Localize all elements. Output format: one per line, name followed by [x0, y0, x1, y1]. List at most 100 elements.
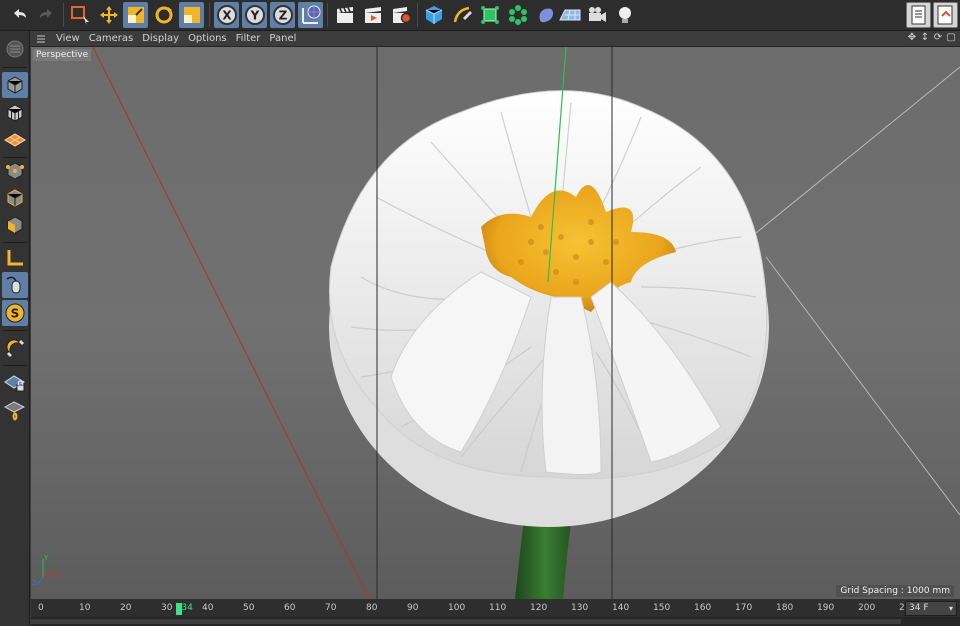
x-axis-icon: X — [216, 5, 237, 25]
layout-document-button[interactable] — [906, 2, 931, 28]
subdivision-button[interactable] — [477, 2, 502, 28]
camera-label[interactable]: Perspective — [33, 49, 92, 61]
axis-mode-button[interactable] — [2, 245, 28, 271]
pen-button[interactable] — [449, 2, 474, 28]
timeline-tick: 20 — [120, 603, 132, 613]
svg-text:S: S — [11, 307, 20, 321]
floor-icon — [558, 9, 580, 21]
z-axis-button[interactable]: Z — [270, 2, 295, 28]
workplane-lock-icon — [4, 375, 25, 392]
solo-s-icon: S — [5, 303, 25, 323]
cube-button[interactable] — [421, 2, 446, 28]
main-toolbar: X Y Z — [0, 0, 960, 31]
recent-tool-button[interactable] — [179, 2, 204, 28]
solo-mode-button[interactable]: S — [2, 300, 28, 326]
perspective-viewport[interactable]: Y X Z Perspective Grid Spacing : 1000 mm — [31, 47, 960, 599]
redo-button[interactable] — [34, 2, 59, 28]
workplane-mode-button[interactable] — [2, 127, 28, 153]
texture-mode-button[interactable] — [2, 100, 28, 126]
timeline-scroll-thumb[interactable] — [31, 619, 901, 624]
menu-cameras[interactable]: Cameras — [89, 31, 133, 47]
clapper-gear-icon — [392, 7, 411, 24]
array-button[interactable] — [505, 2, 530, 28]
make-editable-icon — [6, 40, 24, 58]
tweak-mode-button[interactable] — [2, 272, 28, 298]
camera-button[interactable] — [584, 2, 609, 28]
world-coordinates-icon — [301, 5, 320, 24]
timeline-tick: 90 — [407, 603, 419, 613]
light-bulb-icon — [618, 7, 631, 23]
undo-button[interactable] — [6, 2, 31, 28]
timeline-tick: 150 — [653, 603, 671, 613]
script-icon — [937, 5, 952, 25]
svg-text:X: X — [222, 9, 232, 23]
timeline-ruler[interactable]: 0 10 20 30 40 50 60 70 80 90 100 110 120 130 140 150 160… — [31, 601, 916, 615]
maximize-view-icon[interactable]: ▢ — [946, 32, 956, 44]
texture-checker-icon — [7, 104, 23, 122]
model-mode-button[interactable] — [2, 72, 28, 98]
array-icon — [508, 5, 527, 25]
svg-text:Z: Z — [32, 579, 37, 587]
timeline-tick: 120 — [530, 603, 548, 613]
render-settings-button[interactable] — [388, 2, 413, 28]
make-editable-button[interactable] — [2, 36, 28, 62]
timeline-tick: 0 — [38, 603, 44, 613]
y-axis-icon: Y — [244, 5, 265, 25]
dolly-view-icon[interactable]: ↕ — [920, 32, 930, 44]
live-selection-button[interactable] — [68, 2, 93, 28]
svg-text:Y: Y — [43, 554, 49, 562]
axis-mode-icon — [7, 250, 23, 266]
chevron-down-icon[interactable]: ▾ — [949, 602, 953, 615]
recent-tool-icon — [183, 7, 200, 23]
workplane-lock-button[interactable] — [2, 370, 28, 396]
timeline-tick: 80 — [366, 603, 378, 613]
svg-text:X: X — [55, 571, 60, 579]
edges-mode-button[interactable] — [2, 185, 28, 211]
pan-view-icon[interactable]: ✥ — [907, 32, 917, 44]
menu-panel[interactable]: Panel — [269, 31, 296, 47]
menu-view[interactable]: View — [56, 31, 80, 47]
timeline-tick: 170 — [735, 603, 753, 613]
timeline-tick: 60 — [284, 603, 296, 613]
points-mode-button[interactable] — [2, 158, 28, 184]
polygons-mode-button[interactable] — [2, 212, 28, 238]
menu-display[interactable]: Display — [142, 31, 179, 47]
rotate-icon — [155, 6, 172, 24]
layout-script-button[interactable] — [933, 2, 958, 28]
tweak-mouse-icon — [6, 276, 21, 294]
coordinate-system-button[interactable] — [298, 2, 323, 28]
live-selection-icon — [70, 6, 89, 25]
timeline-tick: 40 — [202, 603, 214, 613]
render-picture-viewer-button[interactable] — [360, 2, 385, 28]
menu-filter[interactable]: Filter — [236, 31, 261, 47]
menu-options[interactable]: Options — [188, 31, 227, 47]
move-button[interactable] — [96, 2, 121, 28]
daisy-flower — [328, 90, 769, 527]
deformer-icon — [539, 8, 553, 23]
scale-button[interactable] — [123, 2, 148, 28]
timeline-scrollbar[interactable] — [31, 617, 960, 626]
scene-render: Y X Z — [32, 47, 960, 599]
rotate-button[interactable] — [151, 2, 176, 28]
timeline-tick: 50 — [243, 603, 255, 613]
current-frame-field[interactable]: 34 F ▾ — [905, 601, 957, 616]
subdivision-icon — [480, 6, 499, 24]
current-frame-value: 34 F — [909, 603, 929, 613]
model-cube-icon — [7, 76, 23, 94]
timeline[interactable]: 0 10 20 30 40 50 60 70 80 90 100 110 120 130 140 150 160… — [31, 599, 960, 626]
x-axis-button[interactable]: X — [214, 2, 239, 28]
polygons-cube-icon — [7, 216, 23, 234]
panel-grip-icon[interactable] — [35, 33, 47, 45]
y-axis-button[interactable]: Y — [242, 2, 267, 28]
rotate-view-icon[interactable]: ⟳ — [933, 32, 943, 44]
deformer-button[interactable] — [533, 2, 558, 28]
render-view-button[interactable] — [332, 2, 357, 28]
light-button[interactable] — [612, 2, 637, 28]
snapping-button[interactable] — [2, 335, 28, 361]
timeline-tick: 180 — [776, 603, 794, 613]
workplane-align-button[interactable] — [2, 397, 28, 423]
floor-button[interactable] — [557, 2, 582, 28]
timeline-tick: 140 — [612, 603, 630, 613]
timeline-tick: 30 — [161, 603, 173, 613]
grid-spacing-label: Grid Spacing : 1000 mm — [836, 585, 954, 597]
